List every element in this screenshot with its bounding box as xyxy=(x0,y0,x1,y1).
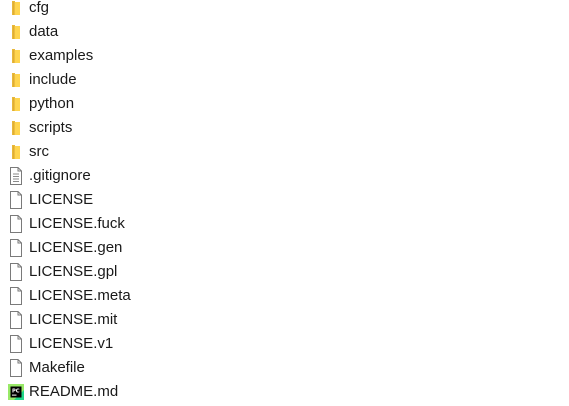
file-item-scripts[interactable]: scripts xyxy=(0,116,569,140)
folder-icon xyxy=(8,118,24,138)
file-item-readme[interactable]: PC README.md xyxy=(0,380,569,404)
file-item-label: include xyxy=(29,71,77,88)
file-item-cfg[interactable]: cfg xyxy=(0,0,569,20)
file-item-license-meta[interactable]: LICENSE.meta xyxy=(0,284,569,308)
blank-file-icon xyxy=(8,358,24,378)
folder-icon xyxy=(8,0,24,18)
blank-file-icon xyxy=(8,190,24,210)
file-item-license-mit[interactable]: LICENSE.mit xyxy=(0,308,569,332)
text-file-icon xyxy=(8,166,24,186)
file-item-label: examples xyxy=(29,47,94,64)
blank-file-icon xyxy=(8,214,24,234)
blank-file-icon xyxy=(8,262,24,282)
folder-icon xyxy=(8,94,24,114)
blank-file-icon xyxy=(8,334,24,354)
folder-icon xyxy=(8,46,24,66)
file-item-label: python xyxy=(29,95,75,112)
file-item-label: cfg xyxy=(29,0,50,16)
file-item-label: .gitignore xyxy=(29,167,91,184)
folder-icon xyxy=(8,142,24,162)
svg-text:PC: PC xyxy=(12,389,20,395)
file-item-label: LICENSE.v1 xyxy=(29,335,114,352)
file-item-label: data xyxy=(29,23,59,40)
file-item-license-fuck[interactable]: LICENSE.fuck xyxy=(0,212,569,236)
file-item-label: LICENSE.meta xyxy=(29,287,131,304)
folder-icon xyxy=(8,22,24,42)
file-item-label: LICENSE.gpl xyxy=(29,263,118,280)
file-item-label: src xyxy=(29,143,49,160)
file-item-license-gen[interactable]: LICENSE.gen xyxy=(0,236,569,260)
file-item-gitignore[interactable]: .gitignore xyxy=(0,164,569,188)
file-item-license-gpl[interactable]: LICENSE.gpl xyxy=(0,260,569,284)
file-item-label: LICENSE xyxy=(29,191,94,208)
blank-file-icon xyxy=(8,238,24,258)
folder-icon xyxy=(8,70,24,90)
file-item-label: README.md xyxy=(29,383,119,400)
file-item-data[interactable]: data xyxy=(0,20,569,44)
file-list: cfg data examples include python scripts… xyxy=(0,0,569,404)
file-item-makefile[interactable]: Makefile xyxy=(0,356,569,380)
file-item-label: LICENSE.mit xyxy=(29,311,118,328)
file-item-label: LICENSE.gen xyxy=(29,239,123,256)
file-item-examples[interactable]: examples xyxy=(0,44,569,68)
file-item-label: scripts xyxy=(29,119,73,136)
file-item-src[interactable]: src xyxy=(0,140,569,164)
file-item-label: Makefile xyxy=(29,359,85,376)
pycharm-file-icon: PC xyxy=(8,382,24,402)
blank-file-icon xyxy=(8,286,24,306)
file-item-include[interactable]: include xyxy=(0,68,569,92)
file-item-license[interactable]: LICENSE xyxy=(0,188,569,212)
blank-file-icon xyxy=(8,310,24,330)
file-item-python[interactable]: python xyxy=(0,92,569,116)
file-item-license-v1[interactable]: LICENSE.v1 xyxy=(0,332,569,356)
file-item-label: LICENSE.fuck xyxy=(29,215,125,232)
